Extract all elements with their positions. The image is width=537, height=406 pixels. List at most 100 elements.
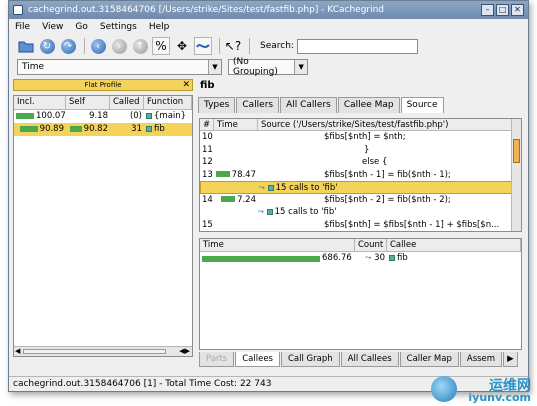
- watermark-line2: iyunv.com: [468, 391, 531, 404]
- tab-callees[interactable]: Callees: [235, 352, 280, 367]
- menu-settings[interactable]: Settings: [100, 22, 137, 32]
- watermark-logo: [431, 376, 457, 402]
- table-row[interactable]: 100.07 9.18 (0) {main}: [14, 110, 192, 123]
- column-function[interactable]: Function: [144, 96, 192, 109]
- toolbar-separator: [84, 38, 85, 54]
- call-arrow-icon: ⤳: [259, 183, 268, 193]
- cost-bar: [202, 255, 320, 262]
- callee-view[interactable]: Time Count Callee 686.76 ⤳ 30 fib: [199, 238, 522, 350]
- menu-view[interactable]: View: [42, 22, 63, 32]
- function-icon: [146, 112, 152, 119]
- forward-icon[interactable]: ›: [110, 37, 128, 55]
- forward-dump-icon[interactable]: ↷: [59, 37, 77, 55]
- reload-icon[interactable]: ↻: [38, 37, 56, 55]
- toolbar-separator: [249, 38, 250, 54]
- source-line[interactable]: 10 $fibs[$nth] = $nth;: [200, 131, 521, 144]
- source-view[interactable]: # Time Source ('/Users/strike/Sites/test…: [199, 118, 522, 232]
- scroll-right-icon[interactable]: ◀▶: [179, 347, 190, 355]
- cost-bar: [19, 125, 38, 132]
- source-line[interactable]: 12 else {: [200, 156, 521, 169]
- called-value: (0): [129, 111, 142, 121]
- source-line[interactable]: 15 $fibs[$nth] = $fibs[$nth - 1] + $fibs[…: [200, 219, 521, 232]
- scroll-thumb[interactable]: [23, 349, 166, 354]
- up-icon[interactable]: ↑: [131, 37, 149, 55]
- function-name-heading: fib: [200, 80, 215, 91]
- toolbar-separator: [219, 38, 220, 54]
- callee-header: Time Count Callee: [200, 239, 521, 252]
- tab-types[interactable]: Types: [198, 97, 236, 113]
- line-number: 14: [202, 194, 213, 205]
- column-time[interactable]: Time: [200, 239, 355, 251]
- grouping-select[interactable]: (No Grouping) ▼: [228, 57, 308, 77]
- open-folder-icon[interactable]: [17, 37, 35, 55]
- tab-call-graph[interactable]: Call Graph: [280, 352, 340, 367]
- menu-help[interactable]: Help: [149, 22, 170, 32]
- line-number: 10: [202, 132, 213, 142]
- source-line[interactable]: 14 7.24 $fibs[$nth - 2] = fib($nth - 2);: [200, 194, 521, 207]
- tab-all-callees[interactable]: All Callees: [340, 352, 399, 367]
- vertical-scrollbar[interactable]: [511, 119, 521, 231]
- line-time: [214, 144, 258, 157]
- line-code: $fibs[$nth - 1] = fib($nth - 1);: [324, 169, 451, 180]
- column-count[interactable]: Count: [355, 239, 387, 251]
- self-cost-bar: [69, 125, 82, 132]
- self-value: 9.18: [89, 111, 108, 121]
- flat-profile-title: Flat Profile: [84, 81, 122, 89]
- cycle-detection-icon[interactable]: ✥: [173, 37, 191, 55]
- expand-cycles-icon[interactable]: [194, 37, 212, 55]
- maximize-icon[interactable]: □: [496, 4, 509, 16]
- horizontal-scrollbar[interactable]: ◀ ◀▶: [14, 346, 192, 356]
- line-time: 7.24: [214, 194, 258, 207]
- callee-name: fib: [397, 253, 408, 263]
- source-line[interactable]: 11}: [200, 144, 521, 157]
- source-call-line[interactable]: └⤳ 15 calls to 'fib': [200, 181, 521, 194]
- selector-row: Time ▼ (No Grouping) ▼: [9, 57, 528, 77]
- column-self[interactable]: Self: [66, 96, 110, 109]
- line-time: 78.47: [214, 169, 258, 182]
- tab-parts[interactable]: Parts: [199, 352, 235, 367]
- scroll-thumb[interactable]: [513, 139, 520, 163]
- scroll-left-icon[interactable]: ◀: [15, 347, 20, 355]
- column-line[interactable]: #: [200, 119, 214, 130]
- tab-all-callers[interactable]: All Callers: [280, 97, 337, 113]
- line-code: }: [364, 144, 370, 155]
- line-time: [214, 206, 258, 219]
- column-time[interactable]: Time: [214, 119, 258, 130]
- flat-profile-table[interactable]: Incl. Self Called Function 100.07 9.18 (…: [13, 95, 193, 357]
- minimize-icon[interactable]: –: [481, 4, 494, 16]
- source-line[interactable]: 13 78.47 $fibs[$nth - 1] = fib($nth - 1);: [200, 169, 521, 182]
- table-row[interactable]: 90.89 90.82 31 fib: [14, 123, 192, 136]
- tab-scroll-right-icon[interactable]: ▶: [503, 352, 518, 367]
- line-code: └⤳ 15 calls to 'fib': [258, 206, 521, 219]
- close-panel-icon[interactable]: ✕: [182, 80, 190, 90]
- cost-bar: [16, 112, 34, 119]
- menu-file[interactable]: File: [15, 22, 30, 32]
- line-number: [200, 206, 214, 219]
- column-called[interactable]: Called: [110, 96, 144, 109]
- function-name: {main}: [154, 111, 187, 121]
- percent-toggle[interactable]: %: [152, 37, 170, 55]
- close-icon[interactable]: ✕: [511, 4, 524, 16]
- column-callee[interactable]: Callee: [387, 239, 521, 251]
- function-detail-panel: fib Types Callers All Callers Callee Map…: [198, 79, 526, 371]
- flat-profile-header: Flat Profile ✕: [13, 79, 193, 91]
- source-lines: 10 $fibs[$nth] = $nth; 11} 12 else {13 78.47 $…: [200, 131, 521, 231]
- back-icon[interactable]: ‹: [89, 37, 107, 55]
- tab-callee-map[interactable]: Callee Map: [337, 97, 400, 113]
- column-incl[interactable]: Incl.: [14, 96, 66, 109]
- event-type-select[interactable]: Time ▼: [17, 59, 222, 75]
- callee-time-value: 686.76: [322, 253, 352, 263]
- tab-source[interactable]: Source: [400, 97, 444, 113]
- table-row[interactable]: 686.76 ⤳ 30 fib: [200, 252, 521, 265]
- whats-this-icon[interactable]: ↖?: [224, 37, 242, 55]
- function-name: fib: [154, 124, 165, 134]
- source-call-line[interactable]: └⤳ 15 calls to 'fib': [200, 206, 521, 219]
- search-input[interactable]: [296, 38, 418, 54]
- column-source[interactable]: Source ('/Users/strike/Sites/test/fastfi…: [258, 119, 521, 130]
- line-code: else {: [362, 157, 388, 167]
- tab-caller-map[interactable]: Caller Map: [399, 352, 459, 367]
- tab-callers[interactable]: Callers: [236, 97, 280, 113]
- call-text: 15 calls to 'fib': [275, 183, 338, 193]
- tab-assembly[interactable]: Assem: [459, 352, 503, 367]
- menu-go[interactable]: Go: [75, 22, 87, 32]
